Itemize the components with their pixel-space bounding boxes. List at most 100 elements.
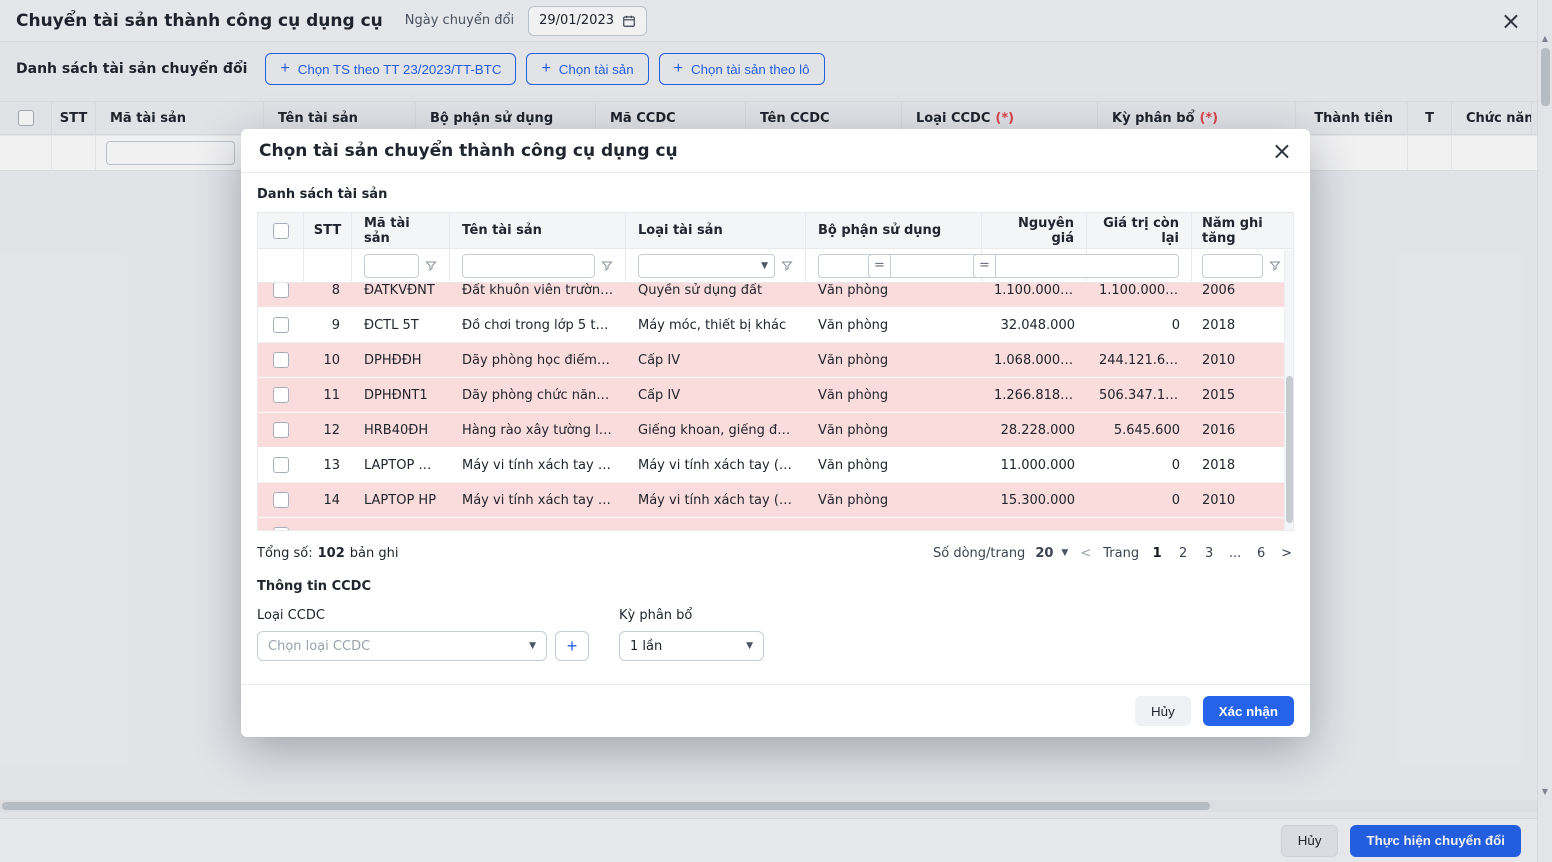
cell-asset-name: Đồ chơi trong lớp 5 tuổi [450, 318, 626, 333]
table-row[interactable]: 8 ĐATKVĐNT Đất khuôn viên trường điể... … [258, 283, 1293, 308]
column-header-year-recorded: Năm ghi tăng [1192, 213, 1293, 248]
row-checkbox-cell [258, 352, 304, 368]
table-row[interactable]: 14 LAPTOP HP Máy vi tính xách tay HP Máy… [258, 483, 1293, 518]
cell-remaining-value: 5.645.600 [1087, 423, 1192, 438]
modal-table-scrollbar[interactable] [1284, 250, 1293, 530]
modal-header: Chọn tài sản chuyển thành công cụ dụng c… [241, 129, 1310, 173]
pagination-bar: Tổng số: 102 bản ghi Số dòng/trang 20 ▼ … [257, 531, 1294, 575]
cell-stt: 14 [304, 493, 352, 508]
row-checkbox[interactable] [273, 317, 289, 333]
filter-cell [258, 249, 304, 282]
modal-cancel-button[interactable]: Hủy [1135, 696, 1191, 726]
page-button[interactable]: 1 [1149, 546, 1165, 561]
ccdc-type-select[interactable]: Chọn loại CCDC ▼ [257, 631, 547, 661]
prev-page-button[interactable]: < [1078, 546, 1093, 561]
cell-original-cost: 1.068.000.00... [982, 353, 1087, 368]
filter-funnel-icon[interactable] [1269, 260, 1281, 272]
cell-original-cost: 11.000.000 [982, 458, 1087, 473]
cell-year-recorded: 2015 [1192, 388, 1293, 403]
allocation-period-select[interactable]: 1 lần ▼ [619, 631, 764, 661]
row-checkbox[interactable] [273, 352, 289, 368]
cell-department: Văn phòng [806, 318, 982, 333]
cell-remaining-value: 506.347.151 [1087, 388, 1192, 403]
cell-stt: 11 [304, 388, 352, 403]
cell-stt: 12 [304, 423, 352, 438]
modal-confirm-button[interactable]: Xác nhận [1203, 696, 1294, 726]
row-checkbox[interactable] [273, 527, 289, 530]
page-button[interactable]: 6 [1253, 546, 1269, 561]
column-header-asset-code: Mã tài sản [352, 213, 450, 248]
table-row[interactable]: 11 DPHĐNT1 Dãy phòng chức năng, quả... C… [258, 378, 1293, 413]
cell-remaining-value: 1.100.000.00... [1087, 283, 1192, 298]
page-button[interactable]: 3 [1201, 546, 1217, 561]
cell-department: Văn phòng [806, 458, 982, 473]
cell-original-cost: 15.300.000 [982, 493, 1087, 508]
cell-asset-type: Giếng khoan, giếng đào, tư... [626, 423, 806, 438]
year-filter-input[interactable] [1202, 254, 1263, 278]
select-all-checkbox[interactable] [273, 223, 289, 239]
cell-asset-name: Đất khuôn viên trường điể... [450, 283, 626, 298]
cell-asset-type: Máy vi tính xách tay (hoặc t... [626, 493, 806, 508]
table-row[interactable]: 10 DPHĐĐH Dãy phòng học điểm Đông ... Cấ… [258, 343, 1293, 378]
row-checkbox-cell [258, 422, 304, 438]
row-checkbox[interactable] [273, 387, 289, 403]
rows-per-page-select[interactable]: 20 ▼ [1035, 546, 1068, 561]
row-checkbox[interactable] [273, 283, 289, 298]
cell-remaining-value: 0 [1087, 458, 1192, 473]
ccdc-type-label: Loại CCDC [257, 608, 589, 623]
cell-stt: 10 [304, 353, 352, 368]
chevron-down-icon: ▼ [761, 261, 768, 271]
allocation-period-label: Kỳ phân bổ [619, 608, 764, 623]
filter-cell [1192, 249, 1293, 282]
ccdc-type-field: Loại CCDC Chọn loại CCDC ▼ + [257, 608, 589, 661]
row-checkbox-cell [258, 457, 304, 473]
cell-department: Văn phòng [806, 283, 982, 298]
column-header-asset-name: Tên tài sản [450, 213, 626, 248]
table-row[interactable]: 13 LAPTOP DEL... Máy vi tính xách tay De… [258, 448, 1293, 483]
add-ccdc-type-button[interactable]: + [555, 631, 589, 661]
cell-remaining-value: 244.121.600 [1087, 353, 1192, 368]
allocation-period-field: Kỳ phân bổ 1 lần ▼ [619, 608, 764, 661]
column-header-stt: STT [304, 213, 352, 248]
cell-stt: 8 [304, 283, 352, 298]
filter-funnel-icon[interactable] [601, 260, 613, 272]
modal-table: STT Mã tài sản Tên tài sản Loại tài sản … [257, 212, 1294, 531]
cell-asset-type: Máy móc, thiết bị khác [626, 318, 806, 333]
cell-original-cost: 1.266.818.00... [982, 388, 1087, 403]
filter-funnel-icon[interactable] [425, 260, 437, 272]
ccdc-type-placeholder: Chọn loại CCDC [268, 639, 370, 654]
chevron-down-icon: ▼ [1061, 548, 1068, 558]
row-checkbox[interactable] [273, 457, 289, 473]
cell-asset-code: HRB40ĐH [352, 423, 450, 438]
equals-operator[interactable]: = [868, 254, 890, 278]
asset-name-filter-input[interactable] [462, 254, 595, 278]
table-row[interactable] [258, 518, 1293, 530]
next-page-button[interactable]: > [1279, 546, 1294, 561]
page-ellipsis: ... [1227, 546, 1243, 561]
row-checkbox-cell [258, 527, 304, 530]
cell-asset-type: Cấp IV [626, 388, 806, 403]
modal-close-icon[interactable]: × [1272, 139, 1292, 163]
modal-table-scrollbar-thumb[interactable] [1286, 376, 1293, 523]
asset-type-filter-select[interactable]: ▼ [638, 254, 775, 278]
cell-year-recorded: 2016 [1192, 423, 1293, 438]
page-button[interactable]: 2 [1175, 546, 1191, 561]
cell-asset-type: Cấp IV [626, 353, 806, 368]
asset-code-filter-input[interactable] [364, 254, 419, 278]
rows-per-page-label: Số dòng/trang [933, 546, 1025, 561]
filter-cell [352, 249, 450, 282]
total-value: 102 [318, 546, 345, 561]
filter-cell [304, 249, 352, 282]
cell-original-cost: 28.228.000 [982, 423, 1087, 438]
table-row[interactable]: 12 HRB40ĐH Hàng rào xây tường lưới B4...… [258, 413, 1293, 448]
equals-operator[interactable]: = [973, 254, 995, 278]
cell-remaining-value: 0 [1087, 493, 1192, 508]
filter-funnel-icon[interactable] [781, 260, 793, 272]
row-checkbox[interactable] [273, 422, 289, 438]
cell-stt: 13 [304, 458, 352, 473]
row-checkbox[interactable] [273, 492, 289, 508]
remaining-value-filter-input[interactable] [995, 254, 1179, 278]
modal-title: Chọn tài sản chuyển thành công cụ dụng c… [259, 141, 678, 161]
table-row[interactable]: 9 ĐCTL 5T Đồ chơi trong lớp 5 tuổi Máy m… [258, 308, 1293, 343]
column-header-original-cost: Nguyên giá [982, 213, 1087, 248]
